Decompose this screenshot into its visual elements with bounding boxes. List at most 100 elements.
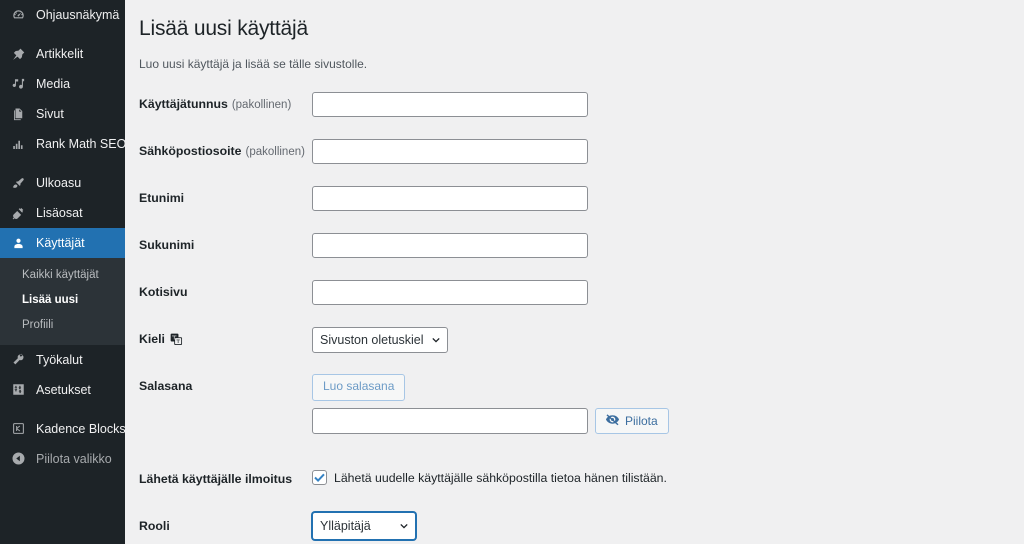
sidebar-item-label: Käyttäjät (36, 235, 85, 250)
password-input[interactable] (312, 408, 588, 435)
sidebar-item-settings[interactable]: Asetukset (0, 375, 125, 405)
email-required-note: (pakollinen) (245, 145, 305, 158)
submenu-item-add-new[interactable]: Lisää uusi (0, 288, 125, 313)
sidebar-item-tools[interactable]: Työkalut (0, 345, 125, 375)
sidebar-item-appearance[interactable]: Ulkoasu (0, 168, 125, 198)
sidebar-divider (0, 30, 125, 39)
sidebar-item-plugins[interactable]: Lisäosat (0, 198, 125, 228)
sidebar-item-label: Lisäosat (36, 205, 83, 220)
page-title: Lisää uusi käyttäjä (139, 17, 308, 40)
chart-bars-icon (9, 135, 27, 153)
sidebar-item-pages[interactable]: Sivut (0, 99, 125, 129)
form-row-role: Rooli Ylläpitäjä (139, 512, 1024, 544)
sidebar-item-rank-math-seo[interactable]: Rank Math SEO (0, 129, 127, 159)
first-name-label: Etunimi (139, 184, 312, 207)
paintbrush-icon (9, 174, 27, 192)
user-icon (9, 234, 27, 252)
pushpin-icon (9, 45, 27, 63)
kadence-k-icon (9, 420, 27, 438)
sidebar-item-label: Ohjausnäkymä (36, 7, 120, 22)
sidebar-item-label: Piilota valikko (36, 451, 112, 466)
sidebar-item-label: Kadence Blocks (36, 421, 126, 436)
username-label: Käyttäjätunnus (pakollinen) (139, 90, 312, 113)
notification-checkbox-label: Lähetä uudelle käyttäjälle sähköpostilla… (334, 470, 667, 485)
form-row-last-name: Sukunimi (139, 231, 1024, 278)
hide-password-button[interactable]: Piilota (595, 408, 669, 435)
role-label: Rooli (139, 512, 312, 535)
password-input-row: Piilota (312, 408, 1024, 435)
sidebar-item-label: Ulkoasu (36, 175, 82, 190)
last-name-field-wrap (312, 231, 1024, 259)
form-row-website: Kotisivu (139, 278, 1024, 325)
wrench-icon (9, 351, 27, 369)
email-field-wrap (312, 137, 1024, 165)
generate-password-button[interactable]: Luo salasana (312, 374, 406, 401)
form-row-first-name: Etunimi (139, 184, 1024, 231)
password-input-label-spacer (139, 406, 312, 412)
add-user-form: Käyttäjätunnus (pakollinen) Sähköpostios… (139, 90, 1024, 544)
sidebar-divider (0, 405, 125, 414)
password-label: Salasana (139, 372, 312, 395)
form-row-notification: Lähetä käyttäjälle ilmoitus Lähetä uudel… (139, 465, 1024, 512)
language-select[interactable]: Sivuston oletuskieli (312, 327, 448, 354)
form-row-language: Kieli Sivuston oletuskieli (139, 325, 1024, 372)
sidebar-item-collapse-menu[interactable]: Piilota valikko (0, 444, 125, 474)
email-label-text: Sähköpostiosoite (139, 144, 242, 159)
password-input-wrap: Piilota (312, 406, 1024, 435)
pages-icon (9, 105, 27, 123)
translate-icon (170, 333, 183, 346)
role-field-wrap: Ylläpitäjä (312, 512, 1024, 541)
last-name-label-text: Sukunimi (139, 238, 195, 253)
language-label-text: Kieli (139, 332, 165, 347)
notification-label-text: Lähetä käyttäjälle ilmoitus (139, 472, 293, 487)
notification-checkbox[interactable] (312, 470, 327, 486)
last-name-label: Sukunimi (139, 231, 312, 254)
website-input[interactable] (312, 280, 588, 306)
sidebar-item-label: Asetukset (36, 382, 91, 397)
email-input[interactable] (312, 139, 588, 165)
sidebar-item-media[interactable]: Media (0, 69, 125, 99)
first-name-input[interactable] (312, 186, 588, 212)
main-content: Lisää uusi käyttäjä Luo uusi käyttäjä ja… (125, 0, 1024, 544)
media-icon (9, 75, 27, 93)
website-field-wrap (312, 278, 1024, 306)
sidebar-item-dashboard[interactable]: Ohjausnäkymä (0, 0, 125, 30)
sidebar-divider (0, 159, 125, 168)
sidebar-item-posts[interactable]: Artikkelit (0, 39, 125, 69)
sliders-icon (9, 381, 27, 399)
eye-slash-icon (605, 413, 620, 429)
username-input[interactable] (312, 92, 588, 118)
hide-password-label: Piilota (625, 413, 658, 428)
last-name-input[interactable] (312, 233, 588, 259)
sidebar-item-label: Artikkelit (36, 46, 84, 61)
sidebar-item-label: Sivut (36, 106, 64, 121)
notification-label: Lähetä käyttäjälle ilmoitus (139, 465, 312, 488)
role-select[interactable]: Ylläpitäjä (312, 512, 416, 541)
language-select-wrap: Sivuston oletuskieli (312, 327, 448, 354)
first-name-field-wrap (312, 184, 1024, 212)
website-label: Kotisivu (139, 278, 312, 301)
submenu-item-all-users[interactable]: Kaikki käyttäjät (0, 263, 125, 288)
email-label: Sähköpostiosoite (pakollinen) (139, 137, 312, 160)
plug-icon (9, 204, 27, 222)
notification-field-wrap: Lähetä uudelle käyttäjälle sähköpostilla… (312, 465, 1024, 486)
collapse-arrow-icon (9, 450, 27, 468)
language-label: Kieli (139, 325, 312, 348)
sidebar-item-users[interactable]: Käyttäjät (0, 228, 133, 258)
form-row-password: Salasana Luo salasana (139, 372, 1024, 406)
website-label-text: Kotisivu (139, 285, 188, 300)
sidebar-item-label: Rank Math SEO (36, 136, 127, 151)
form-row-username: Käyttäjätunnus (pakollinen) (139, 90, 1024, 137)
notification-checkbox-row[interactable]: Lähetä uudelle käyttäjälle sähköpostilla… (312, 470, 1024, 486)
form-row-password-input: Piilota (139, 406, 1024, 465)
page-description: Luo uusi käyttäjä ja lisää se tälle sivu… (139, 57, 368, 72)
dashboard-icon (9, 6, 27, 24)
username-label-text: Käyttäjätunnus (139, 97, 228, 112)
sidebar-item-label: Media (36, 76, 71, 91)
sidebar-item-kadence-blocks[interactable]: Kadence Blocks (0, 414, 126, 444)
username-required-note: (pakollinen) (231, 98, 292, 111)
wordpress-admin-screen: Ohjausnäkymä Artikkelit Media Sivut Rank… (0, 0, 1024, 544)
submenu-item-profile[interactable]: Profiili (0, 313, 125, 338)
users-submenu: Kaikki käyttäjät Lisää uusi Profiili (0, 258, 125, 345)
role-label-text: Rooli (139, 519, 170, 534)
